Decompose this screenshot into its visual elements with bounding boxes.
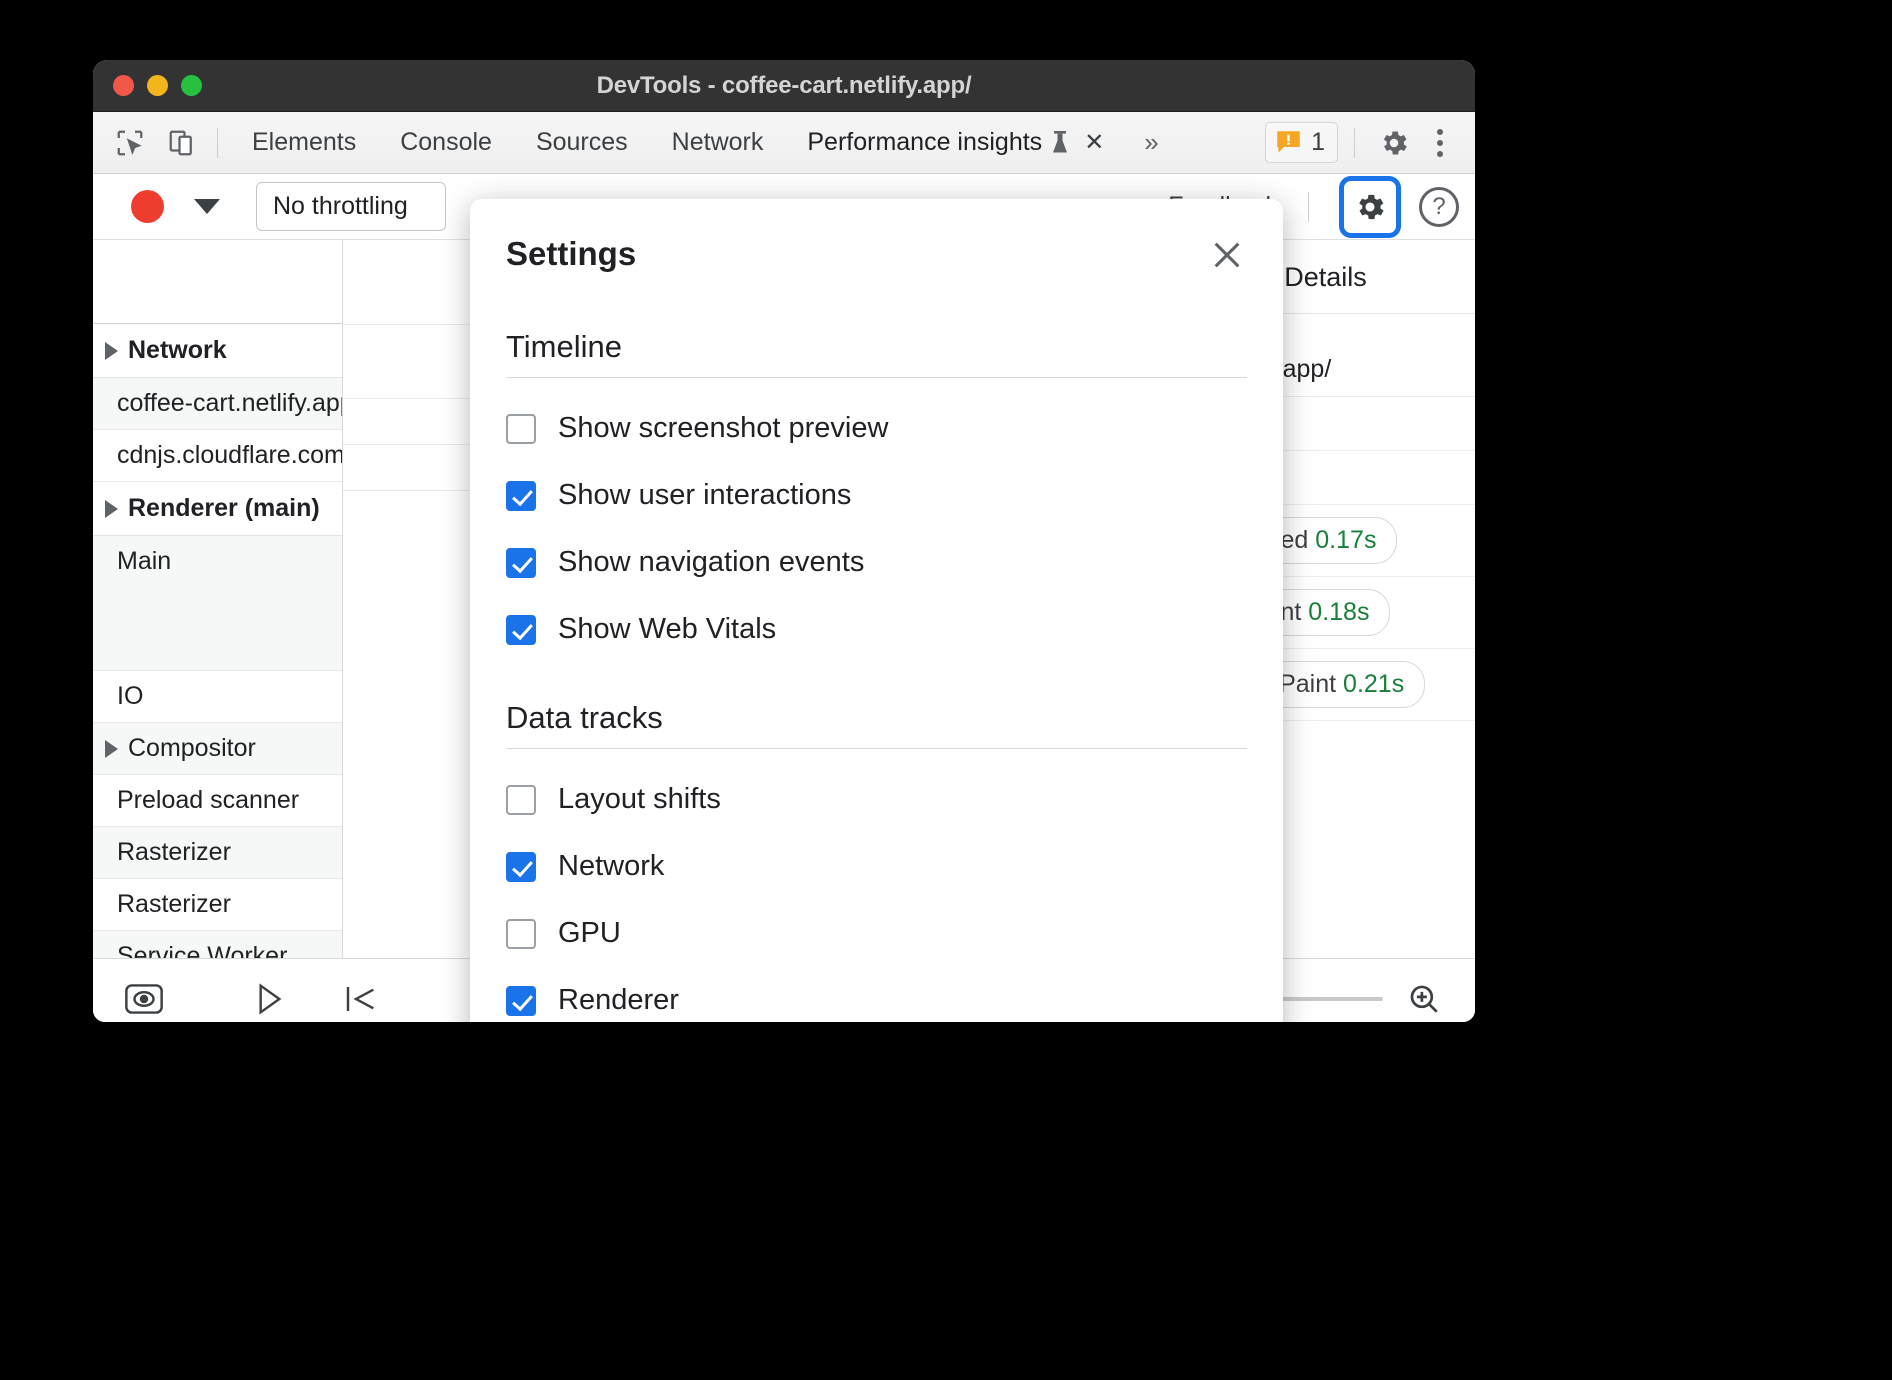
close-icon[interactable] [1207,235,1247,275]
kebab-menu-icon[interactable] [1421,129,1459,157]
checkbox-layout-shifts[interactable] [506,785,536,815]
screenshot-root: DevTools - coffee-cart.netlify.app/ [0,0,1892,1380]
setting-label: Show screenshot preview [558,412,888,445]
checkbox-gpu[interactable] [506,919,536,949]
sidebar-group-renderer-main[interactable]: Renderer (main) [93,482,342,536]
tabstrip-right-tools: 1 [1265,121,1475,165]
checkbox-network[interactable] [506,852,536,882]
right-tools-divider [1354,128,1355,158]
settings-gear-button[interactable] [1339,176,1401,238]
metric-time: 0.17s [1315,526,1376,554]
setting-label: Renderer [558,984,679,1017]
warning-count: 1 [1311,128,1325,157]
chevron-right-icon [105,500,118,518]
sidebar-item-main[interactable]: Main [93,536,342,671]
tab-elements[interactable]: Elements [230,112,378,173]
sidebar-item-rasterizer-1[interactable]: Rasterizer [93,827,342,879]
sidebar-item-compositor[interactable]: Compositor [93,723,342,775]
settings-section-data-tracks-title: Data tracks [506,700,1247,749]
perfbar-divider [1308,192,1309,222]
chevron-right-icon [105,740,118,758]
setting-label: Layout shifts [558,783,721,816]
tabstrip-tool-icons [93,121,205,165]
gear-icon [1353,190,1387,224]
sidebar-item-io[interactable]: IO [93,671,342,723]
experiment-flask-icon [1050,130,1070,156]
sidebar-item-cdnjs[interactable]: cdnjs.cloudflare.com [93,430,342,482]
jump-to-start-icon[interactable] [333,977,387,1021]
help-icon[interactable]: ? [1419,187,1459,227]
sidebar-group-network[interactable]: Network [93,324,342,378]
setting-label: Network [558,850,664,883]
tab-performance-insights[interactable]: Performance insights ✕ [785,112,1126,173]
play-icon[interactable] [243,977,297,1021]
settings-dialog-header: Settings [506,235,1247,275]
warning-icon [1275,129,1302,156]
window-titlebar: DevTools - coffee-cart.netlify.app/ [93,60,1475,112]
devtools-tabstrip: Elements Console Sources Network Perform… [93,112,1475,174]
tab-list: Elements Console Sources Network Perform… [230,112,1177,173]
sidebar-spacer [93,240,342,324]
checkbox-show-user-interactions[interactable] [506,481,536,511]
close-tab-icon[interactable]: ✕ [1084,128,1104,157]
setting-label: Show navigation events [558,546,864,579]
metric-time: 0.18s [1308,598,1369,626]
setting-show-user-interactions[interactable]: Show user interactions [506,479,1247,512]
zoom-in-icon[interactable] [1397,977,1451,1021]
sidebar-item-rasterizer-2[interactable]: Rasterizer [93,879,342,931]
gear-icon[interactable] [1371,121,1417,165]
sidebar-item-preload-scanner[interactable]: Preload scanner [93,775,342,827]
checkbox-show-screenshot-preview[interactable] [506,414,536,444]
checkbox-show-web-vitals[interactable] [506,615,536,645]
settings-dialog: Settings Timeline Show screenshot previe… [470,199,1283,1022]
setting-label: GPU [558,917,621,950]
tabstrip-divider [217,128,218,158]
devtools-window: DevTools - coffee-cart.netlify.app/ [93,60,1475,1022]
more-tabs-icon[interactable]: » [1126,127,1176,158]
setting-renderer[interactable]: Renderer [506,984,1247,1017]
tab-sources[interactable]: Sources [514,112,650,173]
settings-section-timeline-title: Timeline [506,329,1247,378]
tab-network[interactable]: Network [650,112,786,173]
caret-down-icon[interactable] [194,199,220,214]
metric-time: 0.21s [1343,670,1404,698]
setting-show-screenshot-preview[interactable]: Show screenshot preview [506,412,1247,445]
settings-dialog-title: Settings [506,235,636,273]
setting-show-navigation-events[interactable]: Show navigation events [506,546,1247,579]
chevron-right-icon [105,342,118,360]
device-toolbar-icon[interactable] [159,121,205,165]
sidebar-item-coffee-cart[interactable]: coffee-cart.netlify.app [93,378,342,430]
visibility-icon[interactable] [117,977,171,1021]
setting-label: Show Web Vitals [558,613,776,646]
record-button[interactable] [131,190,164,223]
timeline-track-sidebar: Network coffee-cart.netlify.app cdnjs.cl… [93,240,343,958]
setting-show-web-vitals[interactable]: Show Web Vitals [506,613,1247,646]
warning-badge[interactable]: 1 [1265,122,1338,163]
checkbox-renderer[interactable] [506,986,536,1016]
setting-network[interactable]: Network [506,850,1247,883]
tab-console[interactable]: Console [378,112,514,173]
window-title: DevTools - coffee-cart.netlify.app/ [93,72,1475,100]
checkbox-show-navigation-events[interactable] [506,548,536,578]
setting-gpu[interactable]: GPU [506,917,1247,950]
throttling-select[interactable]: No throttling [256,182,446,231]
setting-label: Show user interactions [558,479,851,512]
setting-layout-shifts[interactable]: Layout shifts [506,783,1247,816]
inspect-element-icon[interactable] [107,121,153,165]
